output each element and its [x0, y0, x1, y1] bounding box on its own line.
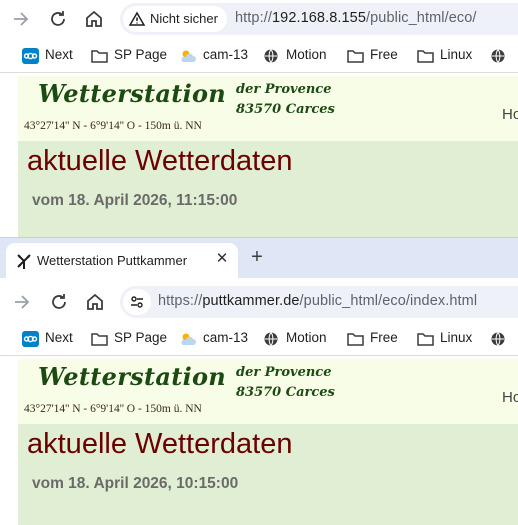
bookmark-label: Linux [440, 47, 473, 62]
warning-icon [129, 11, 145, 26]
url-path: /public_html/eco/ [366, 10, 477, 26]
bookmark-label: cam-13 [203, 330, 249, 345]
folder-icon [347, 333, 364, 346]
page-heading: aktuelle Wetterdaten [27, 428, 293, 460]
tune-icon [131, 296, 143, 308]
page-heading: aktuelle Wetterdaten [27, 145, 293, 177]
home-button[interactable] [83, 290, 107, 314]
address-bar[interactable]: Nicht sicher http://192.168.8.155/public… [120, 3, 518, 35]
nextcloud-icon [22, 48, 39, 64]
bookmark-label: Next [45, 47, 73, 62]
home-icon [87, 293, 103, 310]
url-host: 192.168.8.155 [271, 10, 367, 26]
site-info-button[interactable] [123, 289, 151, 315]
url-scheme: https:// [158, 293, 203, 309]
reload-icon [52, 294, 66, 309]
browser-toolbar: Nicht sicher http://192.168.8.155/public… [0, 0, 518, 38]
bookmark-label: Motion [286, 330, 327, 345]
site-subline-town: 83570 Carces [236, 102, 335, 117]
globe-icon [264, 332, 278, 346]
folder-icon [347, 50, 364, 63]
weather-icon [181, 333, 196, 345]
browser-window-local: Nicht sicher http://192.168.8.155/public… [0, 0, 518, 237]
site-title[interactable]: Wetterstation [38, 362, 226, 391]
bookmarks-bar: Next SP Page cam-13 Motion Free Linux [0, 321, 518, 356]
nav-home-link[interactable]: Ho [502, 389, 518, 406]
tab-title: Wetterstation Puttkammer [37, 253, 188, 268]
web-page: Wetterstation der Provence 83570 Carces … [0, 76, 518, 237]
bookmark-label: Next [45, 330, 73, 345]
address-bar[interactable]: https://puttkammer.de/public_html/eco/in… [120, 286, 518, 318]
site-title[interactable]: Wetterstation [38, 79, 226, 108]
home-button[interactable] [82, 7, 106, 31]
url-text[interactable]: http://192.168.8.155/public_html/eco/ [235, 10, 477, 26]
bookmarks-bar: Next SP Page cam-13 Motion Free Linux [0, 38, 518, 73]
bookmark-label: SP Page [114, 330, 168, 345]
reload-button[interactable] [47, 290, 71, 314]
reload-icon [51, 11, 65, 26]
reload-button[interactable] [46, 7, 70, 31]
bookmark-label: Motion [286, 47, 327, 62]
bookmark-label: cam-13 [203, 47, 249, 62]
home-icon [86, 10, 102, 27]
bookmark-label: Linux [440, 330, 473, 345]
data-timestamp: vom 18. April 2026, 10:15:00 [32, 475, 239, 492]
tab-strip: Wetterstation Puttkammer ✕ + [0, 238, 518, 278]
back-button[interactable] [10, 290, 34, 314]
station-coordinates: 43°27'14'' N - 6°9'14'' O - 150m ü. NN [24, 120, 202, 132]
arrow-right-icon [14, 12, 29, 26]
site-subline-region: der Provence [236, 82, 332, 97]
browser-window-public: Wetterstation Puttkammer ✕ + https://put… [0, 237, 518, 525]
back-button[interactable] [9, 7, 33, 31]
tab-wetterstation[interactable]: Wetterstation Puttkammer ✕ [6, 243, 238, 278]
nav-home-link[interactable]: Ho [502, 106, 518, 123]
url-text[interactable]: https://puttkammer.de/public_html/eco/in… [158, 293, 477, 309]
globe-icon [264, 49, 278, 63]
globe-icon [491, 332, 505, 346]
security-chip-label: Nicht sicher [150, 11, 218, 26]
station-coordinates: 43°27'14'' N - 6°9'14'' O - 150m ü. NN [24, 403, 202, 415]
site-subline-town: 83570 Carces [236, 385, 335, 400]
folder-icon [417, 333, 434, 346]
weather-icon [181, 50, 196, 62]
url-path: /public_html/eco/index.html [299, 293, 478, 309]
arrow-right-icon [15, 295, 30, 309]
browser-toolbar: https://puttkammer.de/public_html/eco/in… [0, 283, 518, 321]
data-timestamp: vom 18. April 2026, 11:15:00 [32, 192, 238, 209]
site-header: Wetterstation der Provence 83570 Carces … [18, 359, 518, 424]
globe-icon [491, 49, 505, 63]
site-header: Wetterstation der Provence 83570 Carces … [18, 76, 518, 141]
folder-icon [91, 50, 108, 63]
windmill-icon [17, 254, 31, 269]
web-page: Wetterstation der Provence 83570 Carces … [0, 359, 518, 525]
folder-icon [91, 333, 108, 346]
url-host: puttkammer.de [202, 293, 300, 309]
bookmark-label: Free [370, 47, 398, 62]
content-area: aktuelle Wetterdaten vom 18. April 2026,… [18, 424, 518, 525]
security-chip[interactable]: Nicht sicher [123, 6, 227, 32]
site-subline-region: der Provence [236, 365, 332, 380]
nextcloud-icon [22, 331, 39, 347]
bookmark-label: SP Page [114, 47, 168, 62]
bookmark-label: Free [370, 330, 398, 345]
folder-icon [417, 50, 434, 63]
content-area: aktuelle Wetterdaten vom 18. April 2026,… [18, 141, 518, 237]
close-tab-icon[interactable]: ✕ [213, 250, 231, 268]
url-scheme: http:// [235, 10, 272, 26]
new-tab-button[interactable]: + [247, 247, 267, 267]
